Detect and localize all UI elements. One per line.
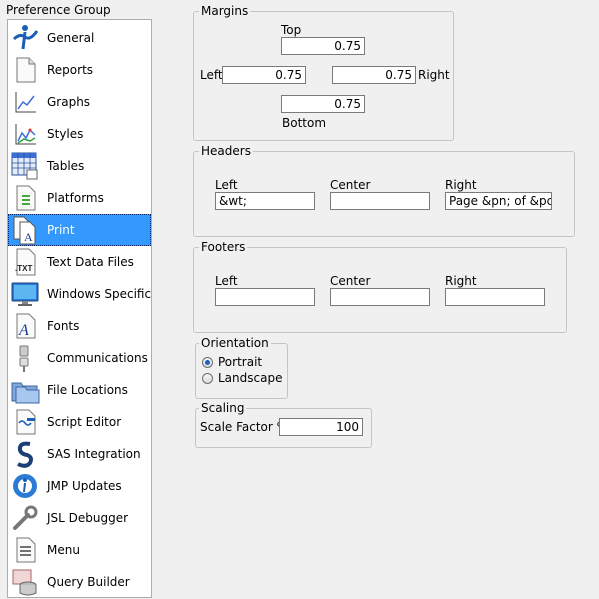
svg-text:A: A — [18, 322, 29, 339]
pref-item-label: Fonts — [47, 319, 80, 333]
svg-text:.TXT: .TXT — [15, 264, 32, 273]
jmp-logo-icon — [12, 25, 39, 50]
pref-item-label: Reports — [47, 63, 94, 77]
pref-item-label: Windows Specific — [47, 287, 152, 301]
sas-logo-icon — [17, 441, 33, 468]
script-editor-icon — [16, 409, 36, 435]
pref-item-label: Graphs — [47, 95, 91, 109]
portrait-label[interactable]: Portrait — [218, 355, 262, 369]
pref-item-general[interactable]: General — [8, 22, 151, 54]
preference-group-list[interactable]: General Reports Graphs Styles Tables Pla… — [7, 19, 152, 598]
margin-bottom-input[interactable]: 0.75 — [281, 95, 365, 113]
header-right-input[interactable]: Page &pn; of &pc; — [445, 192, 552, 210]
header-right-label: Right — [445, 178, 477, 192]
pref-item-print[interactable]: A Print — [8, 214, 151, 246]
pref-item-label: JSL Debugger — [47, 511, 129, 525]
folder-icon — [11, 382, 40, 404]
footer-left-input[interactable] — [215, 288, 315, 306]
database-query-icon — [12, 569, 37, 596]
footer-center-label: Center — [330, 274, 371, 288]
margins-title: Margins — [199, 4, 251, 18]
pref-item-communications[interactable]: Communications — [8, 342, 151, 374]
pref-item-label: Tables — [47, 159, 85, 173]
menu-list-icon — [16, 537, 36, 563]
pref-item-fonts[interactable]: A Fonts — [8, 310, 151, 342]
portrait-radio[interactable] — [202, 357, 213, 368]
table-grid-icon — [11, 152, 38, 180]
margin-right-label: Right — [418, 68, 450, 82]
header-left-label: Left — [215, 178, 238, 192]
pref-item-sas-integration[interactable]: SAS Integration — [8, 438, 151, 470]
pref-item-label: JMP Updates — [47, 479, 122, 493]
footer-center-input[interactable] — [330, 288, 430, 306]
header-left-input[interactable]: &wt; — [215, 192, 315, 210]
pref-item-label: General — [47, 31, 95, 45]
margin-left-label: Left — [200, 68, 223, 82]
monitor-icon — [11, 282, 39, 306]
footer-left-label: Left — [215, 274, 238, 288]
pref-item-label: Communications — [47, 351, 148, 365]
scale-factor-label: Scale Factor % — [200, 420, 289, 434]
orientation-title: Orientation — [199, 336, 271, 350]
print-document-icon: A — [13, 216, 36, 245]
scale-factor-input[interactable]: 100 — [279, 418, 363, 436]
pref-item-jsl-debugger[interactable]: JSL Debugger — [8, 502, 151, 534]
pref-item-label: Script Editor — [47, 415, 122, 429]
pref-item-file-locations[interactable]: File Locations — [8, 374, 151, 406]
header-center-input[interactable] — [330, 192, 430, 210]
pref-item-label: Styles — [47, 127, 84, 141]
platform-page-icon — [16, 185, 36, 211]
pref-item-reports[interactable]: Reports — [8, 54, 151, 86]
margin-top-label: Top — [281, 23, 302, 37]
pref-item-windows-specific[interactable]: Windows Specific — [8, 278, 151, 310]
pref-item-platforms[interactable]: Platforms — [8, 182, 151, 214]
margin-bottom-label: Bottom — [282, 116, 327, 130]
pref-item-label: Query Builder — [47, 575, 130, 589]
report-page-icon — [16, 57, 36, 83]
pref-item-menu[interactable]: Menu — [8, 534, 151, 566]
footer-right-label: Right — [445, 274, 477, 288]
pref-item-jmp-updates[interactable]: JMP Updates — [8, 470, 151, 502]
pref-item-label: SAS Integration — [47, 447, 141, 461]
plug-icon — [19, 345, 29, 372]
landscape-radio[interactable] — [202, 373, 213, 384]
landscape-label[interactable]: Landscape — [218, 371, 282, 385]
svg-text:A: A — [24, 230, 33, 244]
margin-right-input[interactable]: 0.75 — [332, 66, 416, 84]
pref-item-label: Menu — [47, 543, 80, 557]
pref-item-text-data-files[interactable]: .TXT Text Data Files — [8, 246, 151, 278]
pref-item-styles[interactable]: Styles — [8, 118, 151, 150]
margin-left-input[interactable]: 0.75 — [222, 66, 306, 84]
pref-item-label: File Locations — [47, 383, 128, 397]
pref-item-tables[interactable]: Tables — [8, 150, 151, 182]
pref-item-query-builder[interactable]: Query Builder — [8, 566, 151, 597]
headers-title: Headers — [199, 144, 253, 158]
header-center-label: Center — [330, 178, 371, 192]
wrench-icon — [13, 505, 38, 530]
line-graph-icon — [15, 92, 36, 113]
scaling-title: Scaling — [199, 401, 247, 415]
pref-item-label: Print — [47, 223, 75, 237]
footers-title: Footers — [199, 240, 248, 254]
pref-item-script-editor[interactable]: Script Editor — [8, 406, 151, 438]
footer-right-input[interactable] — [445, 288, 545, 306]
pref-item-label: Text Data Files — [47, 255, 134, 269]
update-arrows-icon — [13, 474, 37, 498]
txt-file-icon: .TXT — [15, 248, 36, 276]
margin-top-input[interactable]: 0.75 — [281, 37, 365, 55]
preference-group-title: Preference Group — [6, 3, 111, 17]
styled-chart-icon — [15, 124, 36, 145]
font-letter-icon: A — [16, 313, 36, 339]
pref-item-graphs[interactable]: Graphs — [8, 86, 151, 118]
pref-item-label: Platforms — [47, 191, 104, 205]
